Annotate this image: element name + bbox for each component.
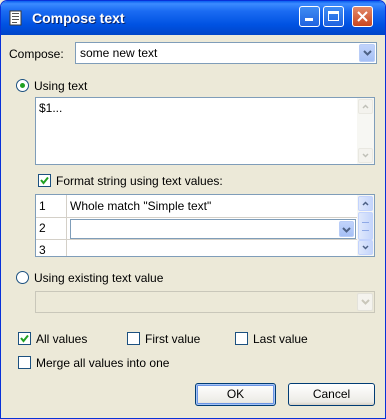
merge-values-checkbox[interactable] [18, 356, 31, 369]
chevron-down-icon [362, 153, 369, 158]
checkmark-icon [20, 334, 29, 343]
dropdown-button[interactable] [359, 44, 375, 62]
window-title: Compose text [32, 10, 125, 26]
chevron-up-icon [362, 104, 369, 109]
compose-text-dialog: Compose text Compose: some new text Usin… [0, 0, 386, 419]
cancel-button[interactable]: Cancel [288, 383, 375, 406]
first-value-label[interactable]: First value [145, 332, 200, 346]
text-template-value: $1... [39, 101, 63, 115]
using-text-radio[interactable] [16, 79, 29, 92]
title-bar[interactable]: Compose text [1, 1, 385, 35]
compose-label: Compose: [9, 47, 64, 61]
close-icon [357, 11, 368, 22]
text-values-table[interactable]: 1 Whole match "Simple text" 2 3 [35, 194, 375, 257]
compose-dropdown[interactable]: some new text [75, 42, 377, 64]
text-template-input[interactable]: $1... [35, 97, 375, 165]
radio-selected-dot [20, 83, 25, 88]
chevron-down-icon [363, 50, 372, 56]
minimize-button[interactable] [299, 6, 320, 27]
close-button[interactable] [352, 6, 373, 27]
row-value-dropdown[interactable] [70, 219, 356, 239]
last-value-label[interactable]: Last value [253, 332, 308, 346]
column-divider [66, 195, 67, 256]
dropdown-button[interactable] [357, 293, 373, 311]
table-row[interactable]: 3 [36, 239, 357, 257]
scroll-down-button[interactable] [358, 148, 373, 163]
compose-value: some new text [80, 46, 158, 60]
document-icon [9, 10, 22, 26]
table-row[interactable]: 2 [36, 217, 357, 240]
using-existing-radio[interactable] [16, 271, 29, 284]
maximize-button[interactable] [323, 6, 344, 27]
row-value: Whole match "Simple text" [70, 199, 212, 213]
row-index: 1 [39, 199, 46, 213]
chevron-down-icon [362, 245, 369, 250]
table-vertical-scrollbar[interactable] [357, 195, 374, 256]
scroll-down-button[interactable] [358, 240, 373, 255]
chevron-up-icon [362, 201, 369, 206]
format-string-checkbox[interactable] [38, 174, 51, 187]
scroll-up-button[interactable] [358, 196, 373, 211]
ok-button[interactable]: OK [195, 383, 276, 406]
all-values-checkbox[interactable] [18, 332, 31, 345]
using-text-label[interactable]: Using text [34, 79, 87, 93]
last-value-checkbox[interactable] [235, 332, 248, 345]
chevron-down-icon [361, 299, 370, 305]
using-existing-label[interactable]: Using existing text value [34, 271, 163, 285]
scroll-up-button[interactable] [358, 99, 373, 114]
minimize-icon [305, 18, 313, 21]
checkmark-icon [40, 176, 49, 185]
dropdown-button[interactable] [339, 221, 354, 237]
format-string-label[interactable]: Format string using text values: [56, 174, 223, 188]
chevron-down-icon [342, 227, 351, 233]
maximize-icon [328, 11, 339, 21]
row-index: 2 [39, 221, 46, 235]
table-row[interactable]: 1 Whole match "Simple text" [36, 195, 357, 218]
all-values-label[interactable]: All values [36, 332, 87, 346]
text-vertical-scrollbar[interactable] [357, 98, 374, 164]
existing-value-dropdown[interactable] [35, 291, 375, 313]
row-index: 3 [39, 243, 46, 257]
grip-icon [362, 222, 369, 231]
scroll-thumb[interactable] [358, 212, 373, 240]
merge-values-label[interactable]: Merge all values into one [36, 356, 169, 370]
first-value-checkbox[interactable] [127, 332, 140, 345]
